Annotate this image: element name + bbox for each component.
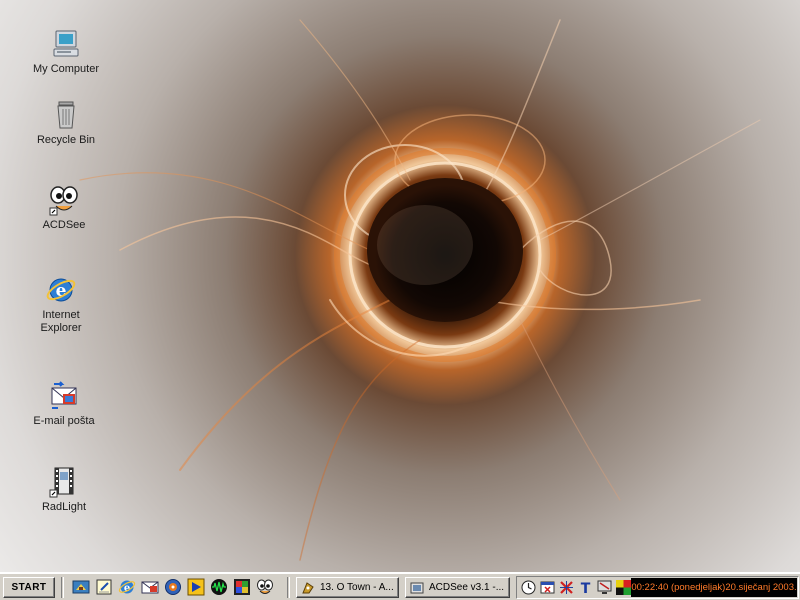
desktop-icon-internet-explorer[interactable]: e Internet Explorer [23, 274, 99, 335]
recycle-bin-icon [50, 99, 82, 131]
text-t-icon[interactable]: T [578, 580, 593, 597]
taskbar-clock[interactable]: 00:22:40 (ponedjeljak)20.siječanj 2003. [631, 578, 797, 597]
winamp-icon[interactable] [187, 578, 205, 596]
monitor-icon[interactable] [597, 580, 612, 595]
email-icon[interactable] [141, 578, 159, 596]
close-window-icon[interactable] [540, 580, 555, 595]
start-button[interactable]: START [3, 577, 55, 598]
desktop-icon-label: Recycle Bin [36, 134, 96, 146]
image-viewer-icon[interactable] [233, 578, 251, 596]
acdsee-task-icon [410, 581, 424, 595]
task-button-winamp[interactable]: 13. O Town - A... [296, 577, 399, 598]
notepad-icon[interactable] [95, 578, 113, 596]
desktop-icon-label: My Computer [32, 63, 100, 75]
taskbar: START e 13. O Town - A... ACDSee v3.1 -.… [0, 572, 800, 600]
media-player-icon[interactable] [164, 578, 182, 596]
system-tray: T 00:22:40 (ponedjeljak)20.siječanj 2003… [516, 576, 799, 599]
desktop-wallpaper [0, 0, 800, 572]
acdsee-icon[interactable] [256, 578, 274, 596]
desktop-icon-radlight[interactable]: RadLight [26, 466, 102, 514]
desktop-icon-email[interactable]: E-mail pošta [26, 380, 102, 428]
task-button-label: 13. O Town - A... [320, 582, 394, 593]
radlight-icon [48, 466, 80, 498]
desktop-icon-label: RadLight [41, 501, 87, 513]
desktop-icon-label: ACDSee [42, 219, 86, 231]
acdsee-icon [48, 184, 80, 216]
show-desktop-icon[interactable] [72, 578, 90, 596]
color-square-icon[interactable] [616, 580, 631, 595]
taskbar-separator [287, 577, 290, 598]
svg-text:T: T [581, 581, 591, 595]
internet-explorer-icon: e [45, 274, 77, 306]
desktop-icon-label: E-mail pošta [33, 415, 95, 427]
internet-explorer-icon[interactable]: e [118, 578, 136, 596]
sound-wave-icon[interactable] [210, 578, 228, 596]
email-icon [48, 380, 80, 412]
winamp-task-icon [301, 581, 315, 595]
network-x-icon[interactable] [559, 580, 574, 595]
my-computer-icon [50, 28, 82, 60]
desktop-icon-recycle-bin[interactable]: Recycle Bin [28, 99, 104, 147]
desktop-icon-my-computer[interactable]: My Computer [28, 28, 104, 76]
task-button-label: ACDSee v3.1 -... [429, 582, 505, 593]
desktop-icon-acdsee[interactable]: ACDSee [26, 184, 102, 232]
task-button-acdsee[interactable]: ACDSee v3.1 -... [405, 577, 510, 598]
taskbar-separator [61, 577, 64, 598]
desktop-icon-label: Internet Explorer [40, 309, 82, 334]
clock-face-icon[interactable] [521, 580, 536, 595]
